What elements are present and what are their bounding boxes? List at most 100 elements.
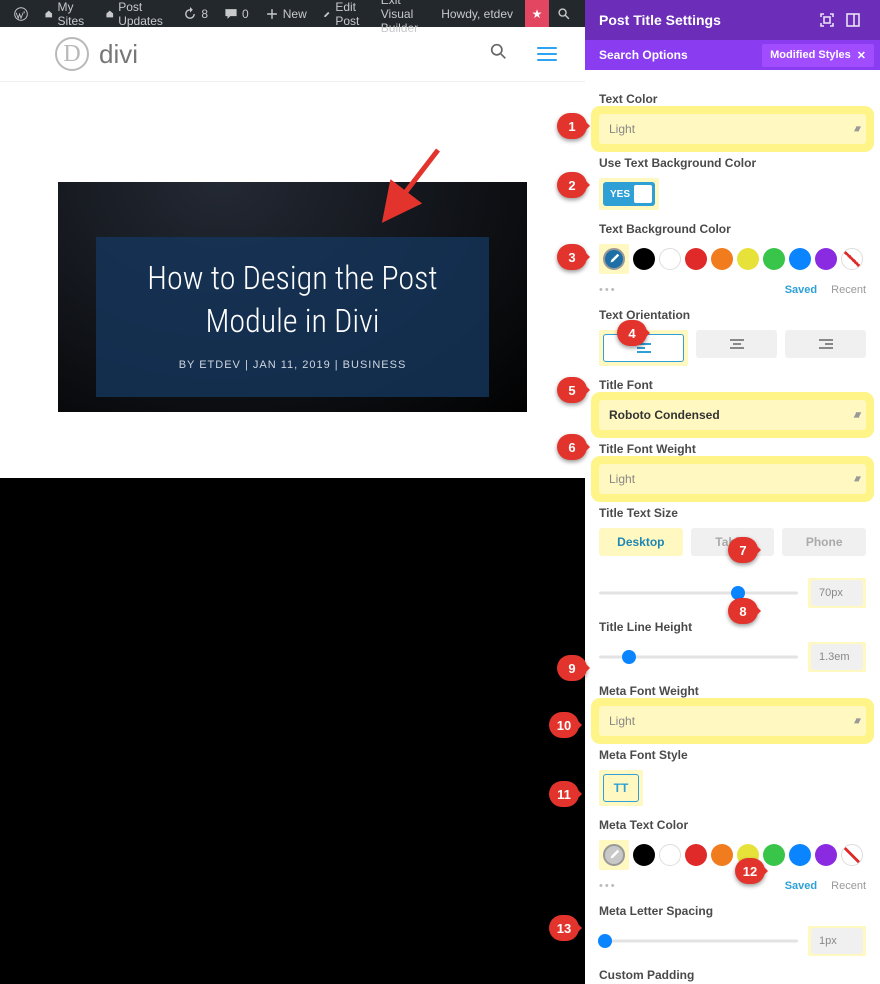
my-sites-link[interactable]: My Sites — [36, 0, 97, 27]
comments-link[interactable]: 0 — [216, 0, 257, 27]
color-swatch[interactable] — [711, 248, 733, 270]
color-swatch[interactable] — [763, 844, 785, 866]
label-orientation: Text Orientation — [599, 308, 866, 322]
field-use-bg: Use Text Background Color YES — [599, 156, 866, 210]
color-swatch[interactable] — [841, 844, 863, 866]
site-logo[interactable]: D divi — [55, 37, 138, 71]
align-right-button[interactable] — [785, 330, 866, 358]
post-title-module[interactable]: How to Design the Post Module in Divi BY… — [96, 237, 489, 397]
color-swatch[interactable] — [685, 844, 707, 866]
favorite-icon[interactable]: ★ — [525, 0, 549, 27]
comments-count: 0 — [242, 7, 249, 21]
label-title-weight: Title Font Weight — [599, 442, 866, 456]
exit-vb-label: Exit Visual Builder — [381, 0, 423, 35]
color-swatch[interactable] — [815, 844, 837, 866]
recent-tab[interactable]: Recent — [831, 284, 866, 296]
toggle-use-bg-value: YES — [610, 189, 630, 200]
chevron-down-icon: ▴▾ — [854, 124, 858, 135]
slider-title-lh[interactable] — [599, 648, 798, 666]
post-updates-link[interactable]: Post Updates — [97, 0, 176, 27]
slider-meta-spacing[interactable] — [599, 932, 798, 950]
value-title-weight: Light — [609, 472, 635, 486]
align-center-button[interactable] — [696, 330, 777, 358]
value-title-lh[interactable]: 1.3em — [811, 644, 863, 670]
value-title-font: Roboto Condensed — [609, 408, 720, 422]
modified-styles-badge[interactable]: Modified Styles ✕ — [762, 44, 874, 67]
hamburger-menu-icon[interactable] — [537, 47, 557, 61]
color-picker-icon[interactable] — [603, 844, 625, 866]
label-meta-style: Meta Font Style — [599, 748, 866, 762]
field-meta-style: Meta Font Style TT — [599, 748, 866, 806]
color-swatch[interactable] — [659, 248, 681, 270]
tab-tablet[interactable]: Tablet — [691, 528, 775, 556]
color-swatch[interactable] — [633, 844, 655, 866]
search-admin-icon[interactable] — [549, 0, 579, 27]
color-swatch[interactable] — [711, 844, 733, 866]
page-preview: My Sites Post Updates 8 0 New Edit Post … — [0, 0, 585, 984]
saved-tab[interactable]: Saved — [785, 880, 817, 892]
label-bg-color: Text Background Color — [599, 222, 866, 236]
slider-title-size[interactable] — [599, 584, 798, 602]
seg-orientation — [599, 330, 866, 366]
more-dots-icon[interactable]: ••• — [599, 284, 771, 296]
panel-header: Post Title Settings — [585, 0, 880, 40]
edit-post-link[interactable]: Edit Post — [315, 0, 373, 27]
color-swatch[interactable] — [815, 248, 837, 270]
label-padding: Custom Padding — [599, 968, 866, 982]
snap-icon[interactable] — [840, 7, 866, 33]
field-orientation: Text Orientation — [599, 308, 866, 366]
color-swatch[interactable] — [841, 248, 863, 270]
color-picker-icon[interactable] — [603, 248, 625, 270]
howdy-link[interactable]: Howdy, etdev — [433, 0, 521, 27]
button-meta-style-tt[interactable]: TT — [603, 774, 639, 802]
label-title-lh: Title Line Height — [599, 620, 866, 634]
value-meta-spacing[interactable]: 1px — [811, 928, 863, 954]
featured-image[interactable]: How to Design the Post Module in Divi BY… — [58, 182, 527, 412]
panel-subheader: Search Options Modified Styles ✕ — [585, 40, 880, 70]
color-swatch[interactable] — [737, 248, 759, 270]
color-swatch[interactable] — [633, 248, 655, 270]
saved-tab[interactable]: Saved — [785, 284, 817, 296]
align-left-button[interactable] — [603, 334, 684, 362]
color-swatch[interactable] — [763, 248, 785, 270]
post-title: How to Design the Post Module in Divi — [106, 257, 479, 343]
select-title-weight[interactable]: Light ▴▾ — [599, 464, 866, 494]
select-title-font[interactable]: Roboto Condensed▴▾ — [599, 400, 866, 430]
label-meta-weight: Meta Font Weight — [599, 684, 866, 698]
close-icon[interactable]: ✕ — [857, 49, 866, 62]
expand-icon[interactable] — [814, 7, 840, 33]
color-swatch[interactable] — [659, 844, 681, 866]
color-swatch[interactable] — [685, 248, 707, 270]
field-text-color: Text Color Light▴▾ — [599, 92, 866, 144]
more-dots-icon[interactable]: ••• — [599, 880, 771, 892]
post-meta: BY ETDEV | JAN 11, 2019 | BUSINESS — [106, 359, 479, 371]
select-text-color[interactable]: Light▴▾ — [599, 114, 866, 144]
value-title-size[interactable]: 70px — [811, 580, 863, 606]
site-header: D divi — [0, 27, 585, 82]
chevron-down-icon: ▴▾ — [854, 474, 858, 485]
tab-desktop[interactable]: Desktop — [599, 528, 683, 556]
swatches-meta-color — [599, 840, 866, 870]
wp-logo[interactable] — [6, 0, 36, 27]
badge-label: Modified Styles — [770, 49, 851, 61]
color-swatch[interactable] — [789, 844, 811, 866]
label-meta-spacing: Meta Letter Spacing — [599, 904, 866, 918]
field-title-weight: Title Font Weight Light ▴▾ — [599, 442, 866, 494]
label-meta-color: Meta Text Color — [599, 818, 866, 832]
tab-phone[interactable]: Phone — [782, 528, 866, 556]
logo-text: divi — [99, 39, 138, 70]
exit-vb-link[interactable]: Exit Visual Builder — [373, 0, 431, 27]
search-options-label[interactable]: Search Options — [599, 48, 688, 62]
field-padding: Custom Padding 10vw⇄Top 0px⇄Bottom ⇄Left… — [599, 968, 866, 984]
color-swatch[interactable] — [789, 248, 811, 270]
toggle-use-bg[interactable]: YES — [603, 182, 655, 206]
my-sites-label: My Sites — [57, 0, 88, 28]
color-swatch[interactable] — [737, 844, 759, 866]
select-meta-weight[interactable]: Light▴▾ — [599, 706, 866, 736]
updates-link[interactable]: 8 — [175, 0, 216, 27]
site-search-icon[interactable] — [490, 43, 507, 65]
post-updates-label: Post Updates — [118, 0, 167, 28]
recent-tab[interactable]: Recent — [831, 880, 866, 892]
updates-count: 8 — [201, 7, 208, 21]
new-link[interactable]: New — [257, 0, 315, 27]
